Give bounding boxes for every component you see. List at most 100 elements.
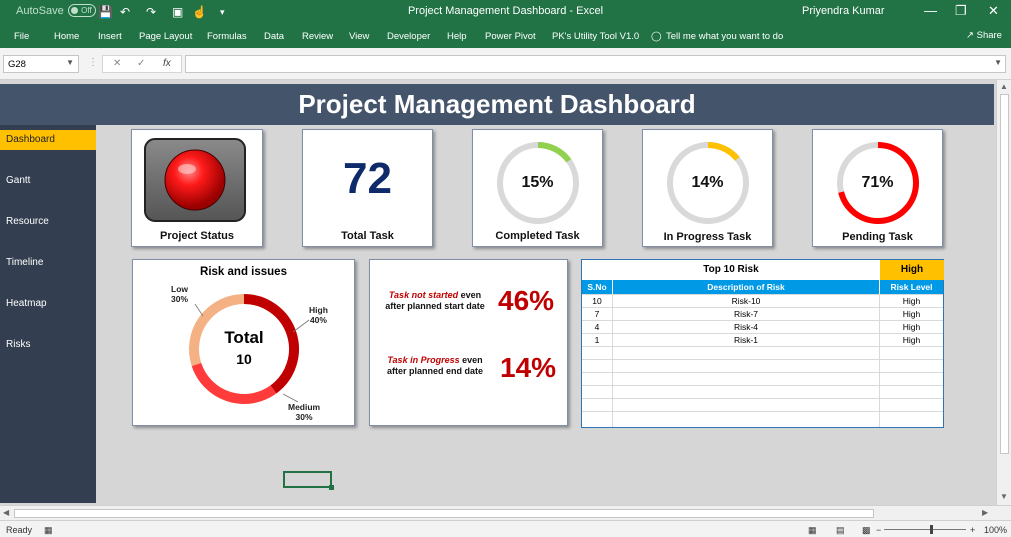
not-started-text: Task not started even after planned star… — [376, 290, 494, 312]
tab-pk-utility-tool[interactable]: PK's Utility Tool V1.0 — [552, 31, 639, 42]
page-break-view-icon[interactable]: ▩ — [862, 525, 871, 536]
in-progress-delay-text: Task in Progress even after planned end … — [376, 355, 494, 377]
risk-high-pct: 40% — [309, 315, 327, 325]
formula-input[interactable]: ▼ — [185, 55, 1006, 73]
tab-formulas[interactable]: Formulas — [207, 31, 247, 42]
nav-heatmap[interactable]: Heatmap — [0, 294, 96, 314]
table-row-empty — [582, 411, 943, 424]
normal-view-icon[interactable]: ▦ — [808, 525, 817, 536]
scroll-left-icon[interactable]: ◀ — [3, 508, 9, 517]
project-status-label: Project Status — [160, 230, 234, 242]
vertical-scroll-thumb[interactable] — [1000, 94, 1009, 454]
col-header-sno: S.No — [582, 280, 612, 294]
scroll-down-icon[interactable]: ▼ — [1000, 492, 1008, 501]
chevron-down-icon[interactable]: ▼ — [66, 58, 74, 67]
not-started-pct: 46% — [498, 285, 555, 316]
tab-home[interactable]: Home — [54, 31, 79, 42]
zoom-slider[interactable] — [884, 525, 966, 534]
name-box[interactable]: G28 ▼ — [3, 55, 79, 73]
cell-risk-level: High — [902, 322, 921, 332]
user-name[interactable]: Priyendra Kumar — [802, 5, 885, 17]
selected-cell[interactable] — [283, 471, 334, 490]
table-row: 10 Risk-10 High — [582, 294, 943, 307]
zoom-in-icon[interactable]: + — [970, 525, 975, 535]
table-row-empty — [582, 398, 943, 411]
completed-task-card: 15% Completed Task — [472, 129, 603, 247]
cell-sno: 10 — [592, 296, 602, 306]
share-button[interactable]: ↗ Share — [966, 30, 1002, 41]
top10-title: Top 10 Risk — [703, 264, 759, 275]
table-row-empty — [582, 346, 943, 359]
enter-icon[interactable]: ✓ — [137, 58, 145, 69]
project-status-card: Project Status — [131, 129, 263, 247]
lightbulb-icon: ◯ — [651, 31, 662, 42]
insert-function-icon[interactable]: fx — [163, 58, 171, 69]
cell-sno: 4 — [594, 322, 600, 332]
risk-total-value: 10 — [236, 351, 252, 367]
risk-low-pct: 30% — [171, 294, 189, 304]
dashboard-sidebar: Dashboard Gantt Resource Timeline Heatma… — [0, 125, 96, 503]
zoom-slider-knob[interactable] — [930, 525, 933, 534]
nav-timeline[interactable]: Timeline — [0, 253, 96, 273]
tab-insert[interactable]: Insert — [98, 31, 122, 42]
tab-power-pivot[interactable]: Power Pivot — [485, 31, 536, 42]
formula-bar: G28 ▼ ⋮ ✕ ✓ fx ▼ — [0, 48, 1011, 80]
tab-data[interactable]: Data — [264, 31, 284, 42]
nav-risks[interactable]: Risks — [0, 335, 96, 355]
close-icon[interactable]: ✕ — [988, 3, 999, 19]
task-delay-card: Task not started even after planned star… — [369, 259, 568, 426]
risk-medium-pct: 30% — [295, 412, 313, 422]
nav-dashboard[interactable]: Dashboard — [0, 130, 96, 150]
cell-description: Risk-10 — [731, 296, 761, 306]
pending-task-card: 71% Pending Task — [812, 129, 943, 247]
macro-record-icon[interactable]: ▦ — [44, 525, 53, 536]
table-row-empty — [582, 359, 943, 372]
cell-risk-level: High — [902, 335, 921, 345]
not-started-rest1: even — [458, 290, 482, 300]
pending-pct: 71% — [861, 174, 894, 191]
risk-leader-line — [194, 303, 204, 317]
vertical-scrollbar[interactable]: ▲ ▼ — [996, 80, 1011, 505]
zoom-level[interactable]: 100% — [984, 525, 1007, 535]
page-layout-view-icon[interactable]: ▤ — [836, 525, 845, 536]
tab-file[interactable]: File — [14, 31, 29, 42]
share-label: Share — [976, 30, 1002, 41]
risk-leader-line — [292, 319, 310, 333]
total-task-value: 72 — [343, 154, 392, 203]
tab-view[interactable]: View — [349, 31, 369, 42]
scroll-right-icon[interactable]: ▶ — [982, 508, 988, 517]
risk-issues-card: Risk and issues Total 10 Low 30% High 40… — [132, 259, 355, 426]
tell-me-search[interactable]: Tell me what you want to do — [666, 31, 783, 42]
chevron-down-icon[interactable]: ▼ — [994, 58, 1002, 67]
cell-risk-level: High — [902, 309, 921, 319]
risk-filter-dropdown[interactable]: High — [880, 260, 944, 280]
total-task-label: Total Task — [341, 230, 394, 242]
tab-review[interactable]: Review — [302, 31, 333, 42]
zoom-out-icon[interactable]: − — [876, 525, 881, 535]
nav-resource[interactable]: Resource — [0, 212, 96, 232]
cell-description: Risk-1 — [733, 335, 759, 345]
cell-sno: 1 — [594, 335, 600, 345]
in-progress-highlight: Task in Progress — [387, 355, 460, 365]
status-ready: Ready — [6, 525, 33, 535]
in-progress-task-label: In Progress Task — [663, 231, 752, 243]
risk-label-low: Low 30% — [171, 284, 188, 304]
in-progress-delay-pct: 14% — [500, 352, 557, 383]
tab-page-layout[interactable]: Page Layout — [139, 31, 192, 42]
completed-task-label: Completed Task — [495, 230, 580, 242]
name-box-value: G28 — [8, 59, 26, 70]
cancel-icon[interactable]: ✕ — [113, 58, 121, 69]
risk-leader-line — [282, 393, 299, 403]
horizontal-scroll-thumb[interactable] — [14, 509, 874, 518]
nav-gantt[interactable]: Gantt — [0, 171, 96, 191]
tab-developer[interactable]: Developer — [387, 31, 430, 42]
in-progress-rest1: even — [459, 355, 483, 365]
table-row: 7 Risk-7 High — [582, 307, 943, 320]
table-row: 4 Risk-4 High — [582, 320, 943, 333]
minimize-icon[interactable]: — — [924, 3, 937, 18]
restore-icon[interactable]: ❐ — [955, 3, 967, 19]
in-progress-task-card: 14% In Progress Task — [642, 129, 773, 247]
horizontal-scrollbar[interactable]: ◀ ▶ — [0, 505, 1011, 520]
tab-help[interactable]: Help — [447, 31, 467, 42]
scroll-up-icon[interactable]: ▲ — [1000, 82, 1008, 91]
